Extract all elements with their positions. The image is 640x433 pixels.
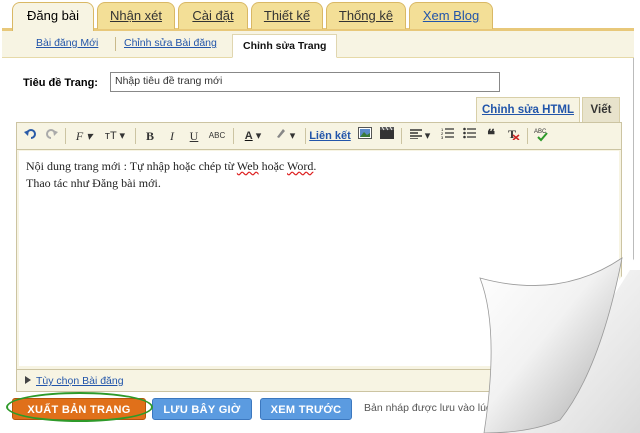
svg-text:3: 3 [441, 135, 444, 139]
subtab-separator [115, 37, 116, 51]
toolbar-separator [233, 128, 234, 144]
tab-posting-label: Đăng bài [26, 8, 80, 23]
bullet-list-icon[interactable] [461, 127, 477, 145]
page-title-input[interactable]: Nhập tiêu đề trang mới [110, 72, 500, 92]
tab-stats[interactable]: Thống kê [326, 2, 406, 29]
publish-highlight-ring [6, 392, 153, 422]
insert-video-icon[interactable] [379, 126, 395, 145]
font-size-dropdown[interactable]: тT ▾ [101, 127, 129, 145]
toolbar-separator [401, 128, 402, 144]
toolbar-separator [65, 128, 66, 144]
bold-button[interactable]: B [143, 127, 157, 145]
align-left-icon [409, 129, 422, 140]
save-now-button[interactable]: LƯU BÂY GIỜ [152, 398, 252, 420]
toolbar-separator [527, 128, 528, 144]
numbered-list-icon[interactable]: 123 [439, 127, 455, 145]
align-dropdown[interactable]: ▾ [407, 127, 433, 145]
tab-settings-label: Cài đặt [192, 8, 234, 23]
blockquote-icon[interactable]: ❝ [483, 127, 499, 145]
subtab-edit-posts[interactable]: Chỉnh sửa Bài đăng [124, 37, 217, 49]
redo-icon[interactable] [43, 127, 59, 145]
blogger-editor-window: Đăng bài Nhận xét Cài đặt Thiết kế Thống… [2, 0, 634, 428]
tab-posting[interactable]: Đăng bài [12, 2, 94, 31]
tab-layout-label: Thiết kế [263, 8, 311, 23]
tab-view-blog[interactable]: Xem Blog [409, 2, 493, 29]
post-editor: F ▾ тT ▾ B I U ABC A ▾ ▾ Liên kết ▾ 1 2 … [16, 122, 622, 392]
post-options-link[interactable]: Tùy chọn Bài đăng [36, 375, 124, 387]
underline-button[interactable]: U [187, 127, 201, 145]
tab-stats-label: Thống kê [338, 8, 394, 23]
main-tab-bar: Đăng bài Nhận xét Cài đặt Thiết kế Thống… [2, 0, 634, 31]
content-line-1-prefix: Nội dung trang mới : Tự nhập hoặc chép t… [26, 159, 237, 173]
highlight-color-button[interactable]: ▾ [271, 127, 299, 145]
font-size-label: тT [104, 130, 117, 142]
draft-saved-status: Bản nháp được lưu vào lúc [364, 402, 492, 414]
content-word-web: Web [236, 159, 259, 173]
highlight-pen-icon [276, 129, 285, 138]
tab-view-blog-label: Xem Blog [422, 8, 480, 23]
tab-settings[interactable]: Cài đặt [178, 2, 248, 29]
link-button[interactable]: Liên kết [309, 127, 351, 145]
editor-content-area[interactable]: Nội dung trang mới : Tự nhập hoặc chép t… [19, 151, 619, 366]
content-word-word: Word [287, 159, 314, 173]
tab-layout[interactable]: Thiết kế [251, 2, 323, 29]
edit-html-tab[interactable]: Chỉnh sửa HTML [476, 97, 580, 122]
strikethrough-button[interactable]: ABC [207, 127, 227, 145]
preview-button[interactable]: XEM TRƯỚC [260, 398, 352, 420]
text-color-icon: A [244, 130, 253, 142]
editor-toolbar: F ▾ тT ▾ B I U ABC A ▾ ▾ Liên kết ▾ 1 2 … [17, 123, 621, 150]
tab-comments[interactable]: Nhận xét [97, 2, 175, 29]
content-line-2: Thao tác như Đăng bài mới. [26, 176, 161, 190]
font-family-dropdown[interactable]: F ▾ [73, 127, 95, 145]
sub-tab-bar: Bài đăng Mới Chỉnh sửa Bài đăng Chỉnh sử… [2, 31, 634, 58]
toolbar-separator [305, 128, 306, 144]
content-line-1-mid: hoặc [258, 159, 288, 173]
content-line-1-end: . [313, 159, 317, 173]
insert-image-icon[interactable] [357, 127, 373, 145]
toolbar-separator [135, 128, 136, 144]
content-line-1: Nội dung trang mới : Tự nhập hoặc chép t… [26, 158, 612, 175]
post-options-bar[interactable]: Tùy chọn Bài đăng [17, 369, 621, 391]
remove-formatting-icon[interactable]: T [505, 127, 521, 145]
compose-tab[interactable]: Viết [582, 97, 620, 122]
spellcheck-button[interactable]: ABC [533, 127, 551, 145]
subtab-edit-pages[interactable]: Chỉnh sửa Trang [232, 34, 338, 58]
font-family-label: F [75, 129, 84, 143]
text-color-button[interactable]: A ▾ [239, 127, 267, 145]
italic-button[interactable]: I [165, 127, 179, 145]
page-title-label: Tiêu đề Trang: [23, 77, 98, 89]
expand-triangle-icon [25, 376, 31, 384]
subtab-new-post[interactable]: Bài đăng Mới [36, 37, 98, 49]
undo-icon[interactable] [23, 127, 39, 145]
tab-comments-label: Nhận xét [109, 8, 163, 23]
